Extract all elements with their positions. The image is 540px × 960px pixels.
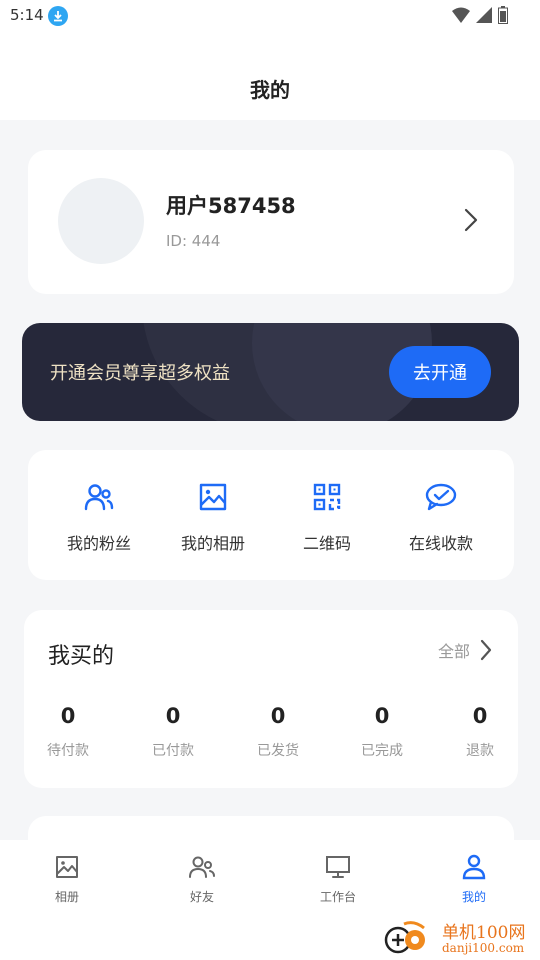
tab-friends[interactable]: 好友: [152, 852, 252, 905]
user-icon: [424, 852, 524, 882]
system-icons: [452, 6, 508, 24]
order-count: 0: [165, 704, 181, 728]
orders-card: 我买的 全部 0 待付款 0 已付款 0 已发货 0 已完成 0 退款: [24, 610, 518, 788]
tab-label: 我的: [461, 890, 486, 904]
order-completed[interactable]: 0 已完成: [342, 704, 422, 760]
watermark-url: danji100.com: [442, 941, 525, 955]
vip-promo-text: 开通会员尊享超多权益: [50, 363, 230, 384]
tab-workbench[interactable]: 工作台: [288, 852, 388, 905]
album-icon: [17, 852, 117, 882]
qrcode-icon: [272, 480, 382, 514]
chevron-right-icon[interactable]: [464, 208, 478, 232]
tool-qrcode[interactable]: 二维码: [272, 480, 382, 554]
watermark-logo: [384, 921, 425, 954]
order-count: 0: [270, 704, 286, 728]
header: 我的: [0, 32, 540, 120]
tool-album[interactable]: 我的相册: [158, 480, 268, 554]
order-refund[interactable]: 0 退款: [440, 704, 520, 760]
tab-mine[interactable]: 我的: [424, 852, 524, 905]
tool-payment[interactable]: 在线收款: [386, 480, 496, 554]
monitor-icon: [288, 852, 388, 882]
tool-fans[interactable]: 我的粉丝: [44, 480, 154, 554]
tools-card: 我的粉丝 我的相册 二维码 在线收款: [28, 450, 514, 580]
status-bar: 5:14: [0, 0, 540, 32]
order-paid[interactable]: 0 已付款: [133, 704, 213, 760]
avatar[interactable]: [58, 178, 144, 264]
download-icon: [48, 6, 68, 26]
friends-icon: [152, 852, 252, 882]
order-label: 已完成: [361, 743, 403, 759]
order-label: 已付款: [152, 743, 194, 759]
payment-icon: [386, 480, 496, 514]
watermark: 单机100网 danji100.com: [380, 916, 540, 960]
tab-album[interactable]: 相册: [17, 852, 117, 905]
username: 用户587458: [166, 194, 296, 218]
watermark-text: 单机100网: [442, 923, 526, 943]
order-pending-payment[interactable]: 0 待付款: [28, 704, 108, 760]
tool-label: 二维码: [302, 534, 351, 553]
profile-card[interactable]: 用户587458 ID: 444: [28, 150, 514, 294]
view-all-label: 全部: [437, 642, 470, 661]
album-icon: [158, 480, 268, 514]
status-time: 5:14: [10, 6, 44, 24]
tab-label: 好友: [189, 890, 214, 904]
order-shipped[interactable]: 0 已发货: [238, 704, 318, 760]
order-label: 已发货: [257, 743, 299, 759]
user-id: ID: 444: [166, 232, 221, 250]
tab-label: 相册: [54, 890, 79, 904]
orders-title: 我买的: [48, 644, 115, 669]
tool-label: 我的相册: [180, 534, 245, 553]
wifi-icon: [452, 7, 470, 23]
page-title: 我的: [250, 78, 290, 102]
vip-banner: 开通会员尊享超多权益 去开通: [22, 323, 519, 421]
tab-label: 工作台: [319, 890, 356, 904]
order-label: 待付款: [47, 743, 89, 759]
orders-view-all[interactable]: 全部: [438, 638, 492, 662]
signal-icon: [476, 7, 492, 23]
fans-icon: [44, 480, 154, 514]
tool-label: 在线收款: [408, 534, 473, 553]
order-count: 0: [60, 704, 76, 728]
battery-icon: [498, 6, 508, 24]
activate-vip-button[interactable]: 去开通: [389, 346, 491, 398]
tool-label: 我的粉丝: [66, 534, 131, 553]
order-label: 退款: [466, 743, 494, 759]
chevron-right-icon: [480, 639, 492, 661]
order-count: 0: [472, 704, 488, 728]
order-count: 0: [374, 704, 390, 728]
